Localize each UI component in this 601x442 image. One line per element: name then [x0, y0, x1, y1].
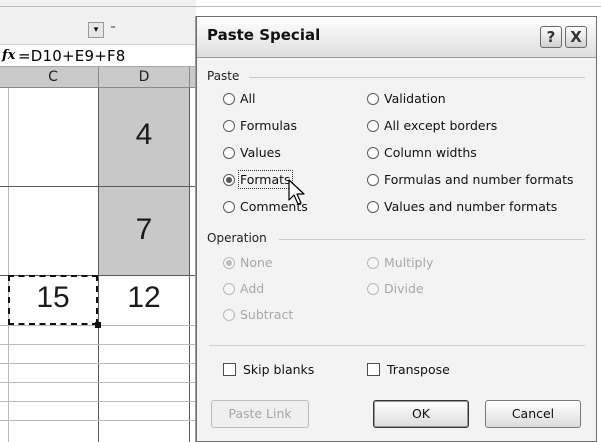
- option-label: Column widths: [384, 145, 477, 160]
- radio-icon: [223, 200, 235, 213]
- radio-selected-icon: [223, 173, 235, 186]
- fill-handle[interactable]: [95, 322, 101, 328]
- operation-option-none: None: [223, 255, 273, 270]
- operation-option-divide: Divide: [367, 281, 424, 296]
- option-label: Formulas and number formats: [384, 172, 574, 187]
- grid-vline: [189, 88, 190, 442]
- radio-icon: [223, 119, 235, 132]
- column-header-c[interactable]: C: [8, 67, 99, 87]
- option-label: Subtract: [240, 307, 294, 322]
- column-header-d[interactable]: D: [99, 67, 190, 87]
- option-label: Formulas: [240, 118, 298, 133]
- column-header-row: C D: [0, 67, 196, 88]
- ok-button[interactable]: OK: [373, 400, 469, 428]
- option-label: None: [240, 255, 273, 270]
- paste-special-dialog: Paste Special ? X Paste All Formulas Val…: [196, 16, 597, 442]
- checkbox-label: Transpose: [387, 362, 450, 377]
- copy-selection-marquee: [8, 275, 98, 325]
- paste-option-formats[interactable]: Formats: [223, 170, 293, 189]
- name-box-dropdown-icon[interactable]: ▾: [88, 22, 104, 38]
- paste-link-button: Paste Link: [211, 400, 309, 428]
- radio-icon: [223, 282, 235, 295]
- checkbox-label: Skip blanks: [243, 362, 315, 377]
- radio-icon: [223, 308, 235, 321]
- operation-group-line: [279, 239, 585, 240]
- paste-group-label: Paste: [207, 69, 240, 83]
- toolbar-divider: [0, 6, 601, 7]
- option-label: Divide: [384, 281, 424, 296]
- radio-selected-icon: [223, 256, 235, 269]
- cell-d-value-1[interactable]: 4: [99, 118, 189, 152]
- paste-option-formulas-and-number-formats[interactable]: Formulas and number formats: [367, 172, 574, 187]
- cell-d-result[interactable]: 12: [99, 281, 189, 315]
- mouse-pointer-icon: [288, 179, 305, 205]
- option-label: Values and number formats: [384, 199, 558, 214]
- toolbar-options-icon[interactable]: ⁼: [104, 20, 122, 38]
- grid-hline: [0, 186, 196, 187]
- radio-icon: [367, 146, 379, 159]
- grid-hline: [0, 420, 196, 421]
- grid-hline: [0, 363, 196, 364]
- fx-icon[interactable]: fx: [2, 48, 15, 63]
- operation-option-add: Add: [223, 281, 264, 296]
- radio-icon: [367, 173, 379, 186]
- radio-icon: [223, 146, 235, 159]
- radio-icon: [367, 92, 379, 105]
- grid-hline: [0, 401, 196, 402]
- radio-icon: [367, 200, 379, 213]
- option-label: Add: [240, 281, 265, 296]
- paste-option-values-and-number-formats[interactable]: Values and number formats: [367, 199, 557, 214]
- grid-hline: [0, 344, 196, 345]
- operation-option-subtract: Subtract: [223, 307, 293, 322]
- help-button[interactable]: ?: [540, 26, 562, 48]
- paste-option-values[interactable]: Values: [223, 145, 281, 160]
- formula-text[interactable]: =D10+E9+F8: [18, 47, 126, 65]
- dialog-titlebar[interactable]: Paste Special ? X: [197, 17, 596, 58]
- transpose-checkbox[interactable]: Transpose: [367, 362, 450, 377]
- option-label: Multiply: [384, 255, 434, 270]
- skip-blanks-checkbox[interactable]: Skip blanks: [223, 362, 314, 377]
- option-label: Formats: [238, 170, 293, 189]
- close-button[interactable]: X: [565, 26, 587, 48]
- operation-option-multiply: Multiply: [367, 255, 433, 270]
- dialog-title: Paste Special: [207, 26, 321, 44]
- cancel-button[interactable]: Cancel: [485, 400, 581, 428]
- dialog-separator: [209, 345, 585, 346]
- paste-option-validation[interactable]: Validation: [367, 91, 446, 106]
- option-label: Validation: [384, 91, 446, 106]
- checkbox-icon: [223, 363, 236, 376]
- paste-option-formulas[interactable]: Formulas: [223, 118, 297, 133]
- radio-icon: [367, 282, 379, 295]
- paste-group-line: [249, 77, 585, 78]
- paste-option-column-widths[interactable]: Column widths: [367, 145, 477, 160]
- grid-vline: [8, 88, 9, 442]
- cell-d-value-2[interactable]: 7: [99, 213, 189, 247]
- operation-group-label: Operation: [207, 231, 267, 245]
- radio-icon: [367, 256, 379, 269]
- checkbox-icon: [367, 363, 380, 376]
- radio-icon: [223, 92, 235, 105]
- option-label: Values: [240, 145, 281, 160]
- paste-option-all-except-borders[interactable]: All except borders: [367, 118, 497, 133]
- grid-hline: [0, 382, 196, 383]
- option-label: All except borders: [384, 118, 498, 133]
- radio-icon: [367, 119, 379, 132]
- paste-option-all[interactable]: All: [223, 91, 256, 106]
- option-label: All: [240, 91, 256, 106]
